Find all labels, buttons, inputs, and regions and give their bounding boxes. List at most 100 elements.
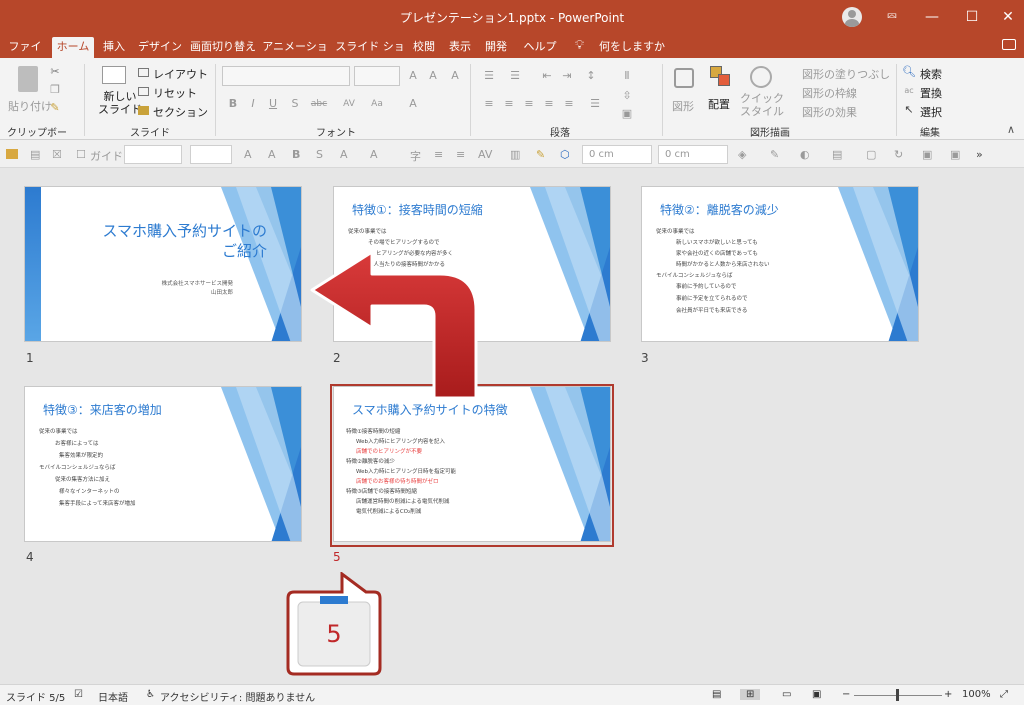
align-quick-icon[interactable]: ≡ (434, 148, 443, 161)
effect-quick-icon[interactable]: ◐ (800, 148, 810, 161)
arrange-button[interactable]: 配置 (704, 64, 738, 120)
replace-button[interactable]: 置換 (920, 85, 942, 101)
slideshow-view-icon[interactable]: ▣ (812, 689, 821, 700)
increase-font-icon[interactable]: A (406, 70, 420, 82)
language-status[interactable]: 日本語 (98, 689, 128, 704)
distribute-icon[interactable]: ≡ (562, 98, 576, 110)
ribbon-display-icon[interactable]: ⮹ (872, 0, 912, 34)
text-effect-icon[interactable]: A (370, 148, 378, 161)
tab-quick-icon[interactable]: ▥ (510, 148, 520, 161)
tab-review[interactable]: 校閲 (410, 37, 438, 58)
shape-outline-button[interactable]: 図形の枠線 (802, 85, 857, 101)
phonetic-icon[interactable]: 字 (410, 148, 421, 164)
font-color-quick-icon[interactable]: A (340, 148, 348, 161)
paste-button[interactable]: 貼り付け (8, 64, 52, 116)
quick-style-button[interactable]: クイック スタイル (740, 64, 784, 124)
rotate-quick-icon[interactable]: ↻ (894, 148, 903, 161)
more-quick-icon[interactable]: » (976, 148, 983, 161)
spacing-quick-icon[interactable]: AV (478, 148, 492, 161)
numbering-icon[interactable]: ☰ (508, 70, 522, 82)
font-color-icon[interactable]: A (406, 98, 420, 110)
minimize-button[interactable]: — (912, 0, 952, 34)
italic-icon[interactable]: I (246, 98, 260, 110)
reading-view-icon[interactable]: ▭ (782, 689, 791, 700)
increase-indent-icon[interactable]: ⇥ (560, 70, 574, 82)
grow-font-icon[interactable]: A (244, 148, 252, 161)
zoom-slider-thumb[interactable] (896, 689, 899, 701)
slide-thumbnail-3[interactable]: 特徴②：離脱客の減少 従来の事業では 新しいスマホが欲しいと思っても 家や会社の… (641, 186, 919, 342)
zoom-level[interactable]: 100% (962, 689, 991, 700)
accessibility-status[interactable]: アクセシビリティ: 問題ありません (160, 689, 315, 704)
font-name-combo[interactable] (222, 66, 350, 86)
sorter-view-icon[interactable]: ⊞ (740, 689, 761, 700)
layout-button[interactable]: レイアウト (138, 66, 210, 81)
underline-quick-icon[interactable]: S (316, 148, 323, 161)
columns-icon[interactable]: ☰ (588, 98, 602, 110)
notes-icon[interactable]: ☑ (74, 689, 83, 700)
fit-window-icon[interactable]: ⤢ (1000, 689, 1008, 700)
zoom-in-button[interactable]: + (944, 689, 952, 700)
tab-design[interactable]: デザイン (136, 37, 184, 58)
delete-icon[interactable]: ☒ (52, 148, 62, 161)
shapes-button[interactable]: 図形 (668, 64, 700, 120)
strikethrough-icon[interactable]: abc (308, 98, 330, 110)
tab-help[interactable]: ヘルプ (518, 37, 562, 58)
folder-icon[interactable] (6, 149, 18, 159)
zoom-out-button[interactable]: − (842, 689, 850, 700)
lightbulb-icon[interactable]: 💡︎ (575, 38, 584, 53)
bold-icon[interactable]: B (226, 98, 240, 110)
slide-status[interactable]: スライド 5/5 (6, 689, 65, 704)
maximize-button[interactable]: ☐ (952, 0, 992, 34)
bold-quick-icon[interactable]: B (292, 148, 300, 161)
char-spacing-icon[interactable]: AV (338, 98, 360, 110)
clear-format-icon[interactable]: A (448, 70, 462, 82)
slide-thumbnail-4[interactable]: 特徴③：来店客の増加 従来の事業では お客様によっては 集客効果が限定的 モバイ… (24, 386, 302, 542)
comment-icon[interactable]: ▤ (30, 148, 40, 161)
copy-icon[interactable]: ❐ (48, 84, 62, 96)
crop-quick-icon[interactable]: ▣ (950, 148, 960, 161)
reset-button[interactable]: リセット (138, 85, 198, 100)
select-button[interactable]: 選択 (920, 104, 942, 120)
tab-file[interactable]: ファイル (4, 37, 46, 73)
align-text-icon[interactable]: ⇳ (620, 90, 634, 102)
accessibility-icon[interactable]: ♿︎ (146, 689, 155, 700)
guide-checkbox[interactable]: ☐ (76, 148, 86, 161)
group-quick-icon[interactable]: ▢ (866, 148, 876, 161)
image-quick-icon[interactable]: ▣ (922, 148, 932, 161)
shape-effect-button[interactable]: 図形の効果 (802, 104, 857, 120)
cut-icon[interactable]: ✂ (48, 66, 62, 78)
tab-view[interactable]: 表示 (446, 37, 474, 58)
slide-thumbnail-1[interactable]: スマホ購入予約サイトの ご紹介 株式会社スマホサービス開発 山田太郎 (24, 186, 302, 342)
bullets-icon[interactable]: ☰ (482, 70, 496, 82)
shape-quick-icon[interactable]: ⬡ (560, 148, 570, 161)
font-size-combo[interactable] (354, 66, 400, 86)
fill-quick-icon[interactable]: ◈ (738, 148, 746, 161)
text-direction-icon[interactable]: Ⅱ (620, 70, 634, 82)
account-icon[interactable] (842, 7, 862, 27)
align-right-icon[interactable]: ≡ (522, 98, 536, 110)
align-left-icon[interactable]: ≡ (482, 98, 496, 110)
tab-home[interactable]: ホーム (52, 37, 94, 58)
tab-slideshow[interactable]: スライド ショー (332, 37, 408, 73)
font-combo-quick[interactable] (124, 145, 182, 164)
close-button[interactable]: ✕ (988, 0, 1024, 34)
tab-animations[interactable]: アニメーション (262, 37, 328, 73)
collapse-ribbon-icon[interactable]: ∧ (1004, 124, 1018, 136)
paragraph-quick-icon[interactable]: ≡ (456, 148, 465, 161)
find-button[interactable]: 検索 (920, 66, 942, 82)
shape-fill-button[interactable]: 図形の塗りつぶし (802, 66, 890, 82)
section-button[interactable]: セクション (138, 104, 208, 119)
line-spacing-icon[interactable]: ↕ (584, 70, 598, 82)
tell-me-search[interactable]: 何をしますか (594, 37, 670, 58)
outline-quick-icon[interactable]: ✎ (770, 148, 779, 161)
size-combo-quick[interactable] (190, 145, 232, 164)
shadow-icon[interactable]: S (288, 98, 302, 110)
format-paint-quick-icon[interactable]: ✎ (536, 148, 545, 161)
align-center-icon[interactable]: ≡ (502, 98, 516, 110)
decrease-font-icon[interactable]: A (426, 70, 440, 82)
smartart-icon[interactable]: ▣ (620, 108, 634, 120)
shrink-font-icon[interactable]: A (268, 148, 276, 161)
normal-view-icon[interactable]: ▤ (712, 689, 721, 700)
arrange-quick-icon[interactable]: ▤ (832, 148, 842, 161)
tab-developer[interactable]: 開発 (482, 37, 510, 58)
